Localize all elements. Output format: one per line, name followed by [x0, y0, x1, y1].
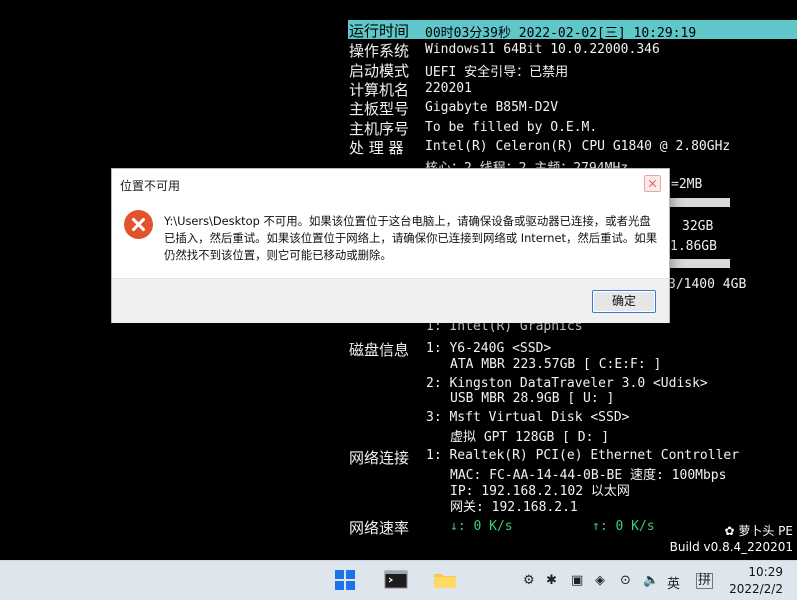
ime-language[interactable]: 英	[667, 573, 680, 592]
palette-tray-icon[interactable]: ✱	[546, 573, 557, 588]
mem-slot-partial: 3/1400 4GB	[668, 277, 747, 292]
boot-value: UEFI 安全引导：已禁用	[425, 65, 569, 80]
os-label: 操作系统	[349, 42, 410, 60]
dialog-title: 位置不可用	[120, 179, 181, 193]
pe-build-version: Build v0.8.4_220201	[669, 540, 793, 554]
location-unavailable-dialog: 位置不可用 Y:\Users\Desktop 不可用。如果该位置位于这台电脑上，…	[111, 168, 670, 323]
monitor-tray-icon[interactable]: ▣	[571, 573, 583, 588]
pcname-label: 计算机名	[349, 81, 410, 99]
close-icon[interactable]	[644, 175, 661, 192]
net-label: 网络连接	[349, 449, 410, 467]
mem-used-partial: 1.86GB	[670, 239, 717, 254]
file-explorer-icon[interactable]	[433, 569, 457, 591]
dialog-titlebar[interactable]: 位置不可用	[112, 169, 669, 201]
terminal-icon[interactable]	[384, 569, 408, 591]
os-value: Windows11 64Bit 10.0.22000.346	[425, 42, 660, 57]
pe-brand-name: ✿ 萝卜头 PE	[724, 524, 793, 538]
disk-2-line1: 2: Kingston DataTraveler 3.0 <Udisk>	[426, 376, 708, 391]
taskbar: ⚙ ✱ ▣ ◈ ⊙ 🔈 英 拼 10:29 2022/2/2	[0, 560, 797, 600]
net-line4: 网关: 192.168.2.1	[450, 500, 578, 515]
disk-label: 磁盘信息	[349, 341, 410, 359]
cpu-usage-bar	[668, 198, 730, 207]
disk-1-line2: ATA MBR 223.57GB [ C:E:F: ]	[450, 357, 662, 372]
shield-tray-icon[interactable]: ◈	[595, 573, 605, 588]
dialog-message: Y:\Users\Desktop 不可用。如果该位置位于这台电脑上，请确保设备或…	[164, 214, 658, 262]
ok-button[interactable]: 确定	[592, 290, 656, 313]
pcname-value: 220201	[425, 81, 472, 96]
disk-1-line1: 1: Y6-240G <SSD>	[426, 341, 552, 356]
serial-value: To be filled by O.E.M.	[425, 120, 598, 135]
error-icon	[124, 210, 153, 239]
brand-logo-icon: ✿	[724, 524, 739, 538]
cpu-label: 处 理 器	[349, 139, 404, 157]
cpu-value: Intel(R) Celeron(R) CPU G1840 @ 2.80GHz	[425, 139, 731, 154]
clock-time: 10:29	[748, 565, 783, 579]
speed-label: 网络速率	[349, 519, 410, 537]
disk-3-line1: 3: Msft Virtual Disk <SSD>	[426, 410, 630, 425]
net-line1: 1: Realtek(R) PCI(e) Ethernet Controller	[426, 448, 740, 463]
mem-total-partial: 32GB	[682, 219, 714, 234]
uptime-label: 运行时间	[349, 22, 410, 40]
mem-usage-bar	[668, 259, 730, 268]
dialog-footer: 确定	[112, 278, 669, 323]
cache-partial: =2MB	[671, 177, 703, 192]
settings-tray-icon[interactable]: ⚙	[523, 573, 535, 588]
volume-icon[interactable]: 🔈	[643, 573, 659, 588]
system-clock[interactable]: 10:29 2022/2/2	[729, 564, 783, 598]
upload-speed: ↑: 0 K/s	[592, 519, 655, 534]
boot-label: 启动模式	[349, 62, 410, 80]
board-value: Gigabyte B85M-D2V	[425, 100, 559, 115]
ime-mode[interactable]: 拼	[696, 573, 714, 589]
serial-label: 主机序号	[349, 120, 410, 138]
start-icon[interactable]	[334, 569, 358, 591]
uptime-value: 00时03分39秒 2022-02-02[三] 10:29:19	[425, 26, 697, 41]
disk-3-line2: 虚拟 GPT 128GB [ D: ]	[450, 430, 610, 445]
disk-2-line2: USB MBR 28.9GB [ U: ]	[450, 391, 615, 406]
security-tray-icon[interactable]: ⊙	[620, 573, 631, 588]
board-label: 主板型号	[349, 100, 410, 118]
clock-date: 2022/2/2	[729, 582, 783, 596]
download-speed: ↓: 0 K/s	[450, 519, 513, 534]
